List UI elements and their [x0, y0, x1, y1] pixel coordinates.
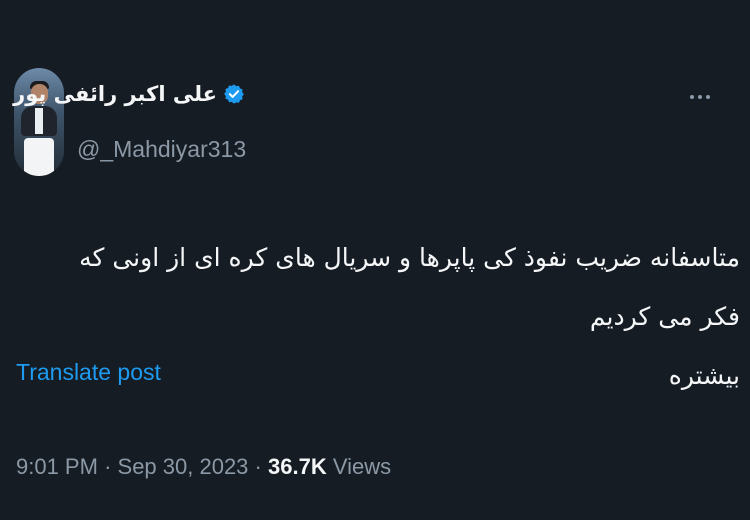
- tweet-date[interactable]: Sep 30, 2023: [118, 454, 249, 479]
- views-count[interactable]: 36.7K: [268, 454, 327, 479]
- translate-post-link[interactable]: Translate post: [16, 359, 161, 386]
- verified-badge-icon: [224, 84, 244, 104]
- tweet-metadata: 9:01 PM · Sep 30, 2023 · 36.7K Views: [16, 454, 391, 480]
- views-label: Views: [332, 454, 392, 479]
- more-dot: [706, 95, 710, 99]
- author-display-name[interactable]: علی اکبر رائفی پور: [13, 82, 217, 106]
- avatar-shirt: [35, 108, 43, 134]
- more-dot: [690, 95, 694, 99]
- author-handle[interactable]: @_Mahdiyar313: [77, 136, 246, 163]
- tweet-text: متاسفانه ضریب نفوذ کی پاپرها و سریال های…: [60, 228, 740, 405]
- more-options-icon[interactable]: [690, 92, 714, 102]
- more-dot: [698, 95, 702, 99]
- tweet-time[interactable]: 9:01 PM: [16, 454, 98, 479]
- avatar-lower: [24, 138, 54, 176]
- meta-separator: ·: [104, 454, 112, 479]
- tweet-text-line: متاسفانه ضریب نفوذ کی پاپرها و سریال های…: [79, 243, 740, 331]
- tweet-text-line: بیشتره: [668, 361, 740, 390]
- tweet-card: علی اکبر رائفی پور @_Mahdiyar313 متاسفان…: [0, 0, 750, 520]
- meta-separator: ·: [254, 454, 262, 479]
- author-name-row[interactable]: علی اکبر رائفی پور: [13, 82, 245, 106]
